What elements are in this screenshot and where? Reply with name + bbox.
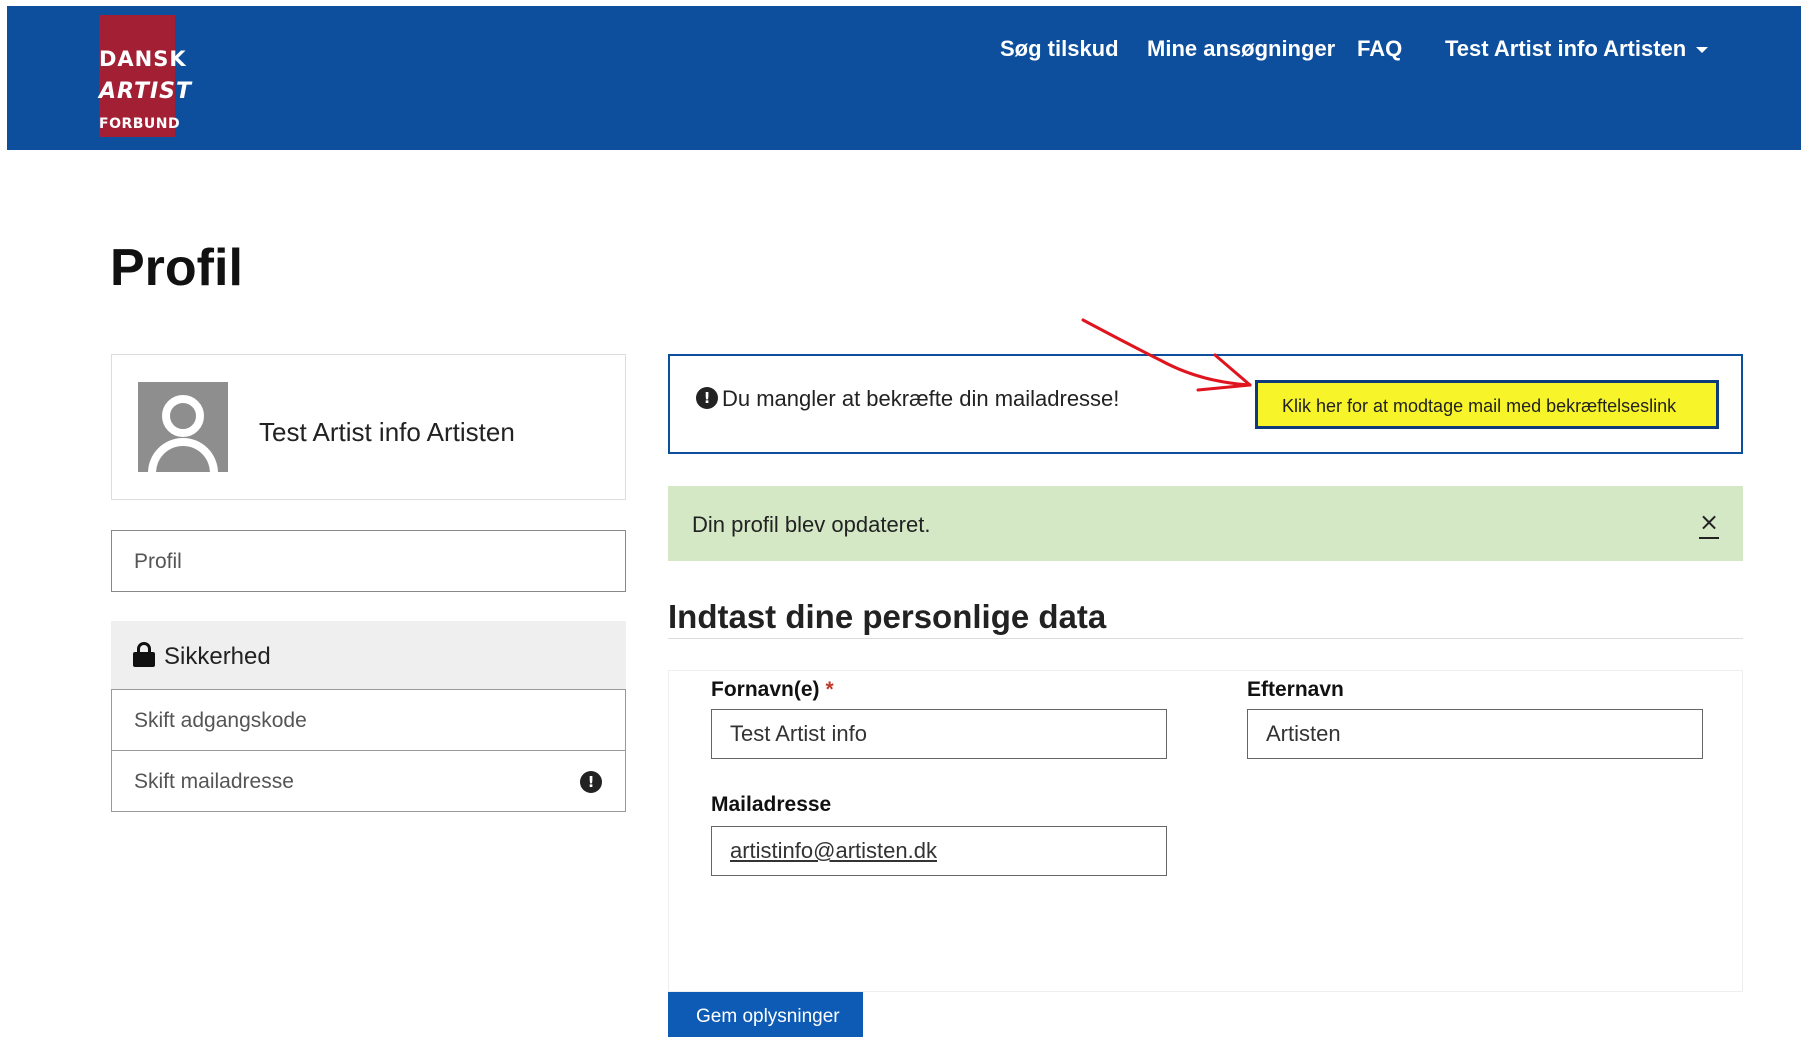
first-name-label-text: Fornavn(e) [711,678,820,701]
top-navbar: DANSK ARTIST FORBUND Søg tilskud Mine an… [7,6,1801,150]
dansk-artist-forbund-logo[interactable]: DANSK ARTIST FORBUND [99,15,193,137]
sidebar-item-change-email[interactable]: Skift mailadresse ! [111,750,626,812]
nav-faq[interactable]: FAQ [1357,36,1402,62]
lock-icon [133,642,155,667]
profile-name: Test Artist info Artisten [259,417,515,447]
exclamation-circle-icon: ! [580,771,602,793]
send-verification-link-label: Klik her for at modtage mail med bekræft… [1282,396,1677,416]
security-heading: Sikkerhed [164,643,271,670]
sidebar-item-label: Profil [134,550,182,573]
sidebar-item-change-password[interactable]: Skift adgangskode [111,689,626,751]
required-marker: * [825,678,834,701]
verify-email-message: Du mangler at bekræfte din mailadresse! [722,386,1120,411]
nav-my-applications[interactable]: Mine ansøgninger [1147,36,1335,62]
email-label: Mailadresse [711,793,832,816]
sidebar-item-label: Skift mailadresse [134,770,294,793]
security-section-header: Sikkerhed [111,621,626,689]
sidebar-item-profil[interactable]: Profil [111,530,626,592]
profile-updated-message: Din profil blev opdateret. [692,512,931,537]
logo-line-1: DANSK [99,47,187,71]
personal-data-form: Fornavn(e)* Efternavn Mailadresse [668,670,1743,992]
nav-user-menu[interactable]: Test Artist info Artisten [1445,36,1709,62]
caret-down-icon [1696,47,1709,54]
user-menu-label: Test Artist info Artisten [1445,36,1687,61]
send-verification-link-button[interactable]: Klik her for at modtage mail med bekræft… [1255,380,1719,429]
save-button-label: Gem oplysninger [696,1006,840,1027]
first-name-field[interactable] [711,709,1167,759]
nav-search-grants[interactable]: Søg tilskud [1000,36,1119,62]
exclamation-circle-icon: ! [696,387,718,409]
user-placeholder-icon [138,382,228,472]
email-field[interactable] [711,826,1167,876]
close-icon[interactable]: × [1698,510,1720,539]
logo-line-2: ARTIST [99,79,193,104]
last-name-field[interactable] [1247,709,1703,759]
profile-card: Test Artist info Artisten [111,354,626,500]
page-title: Profil [110,239,243,297]
sidebar-item-label: Skift adgangskode [134,709,307,732]
profile-updated-alert: Din profil blev opdateret. × [668,486,1743,561]
save-button[interactable]: Gem oplysninger [668,992,863,1037]
first-name-label: Fornavn(e) * [711,678,834,702]
logo-line-3: FORBUND [99,116,181,132]
section-divider [668,638,1743,639]
page-root: DANSK ARTIST FORBUND Søg tilskud Mine an… [0,0,1801,1037]
section-title: Indtast dine personlige data [668,598,1107,635]
last-name-label: Efternavn [1247,678,1344,701]
